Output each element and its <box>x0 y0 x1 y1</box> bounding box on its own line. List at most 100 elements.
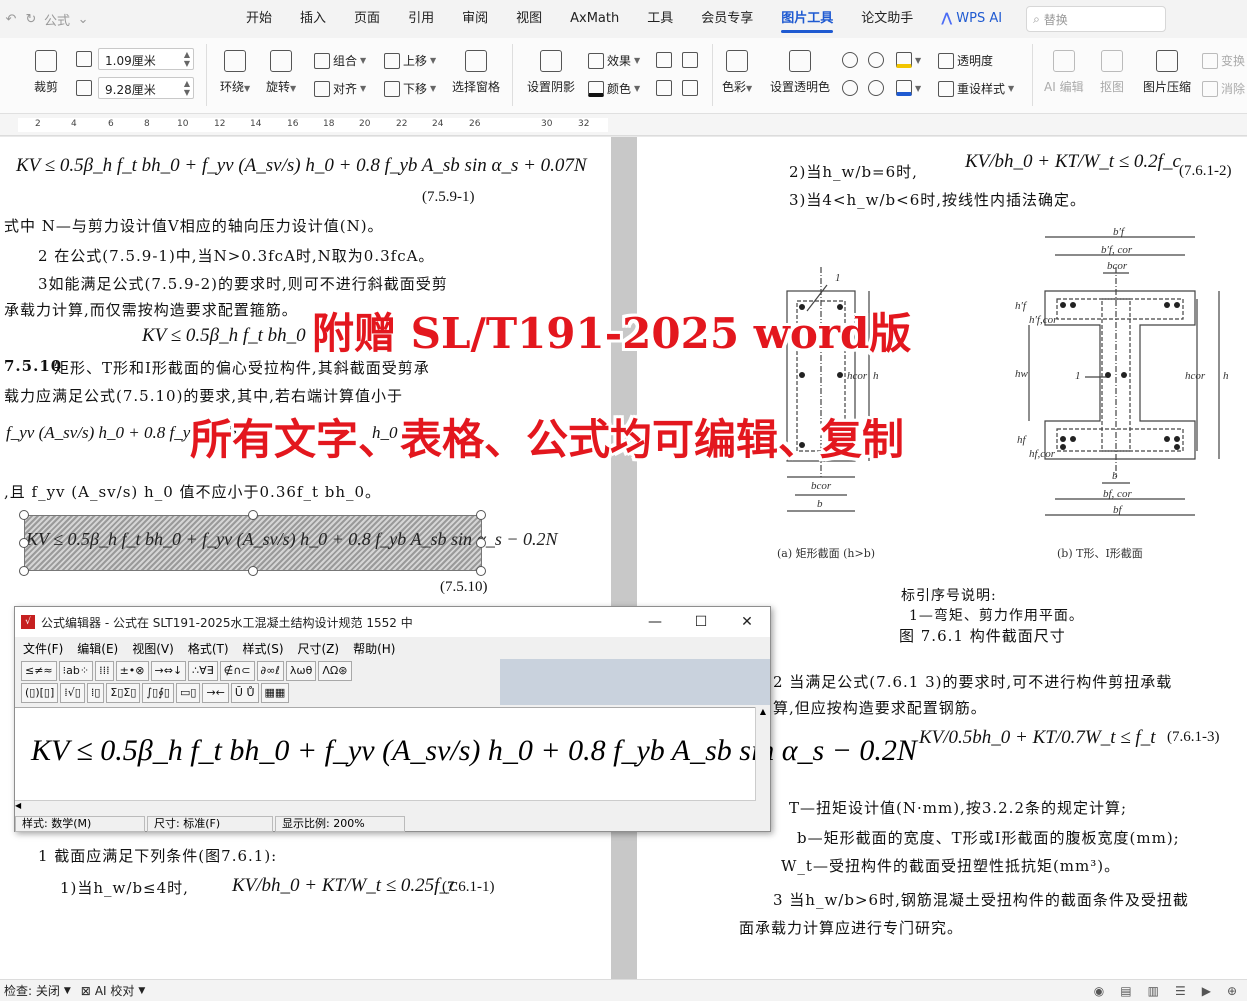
document-page-left[interactable]: KV ≤ 0.5β_h f_t bh_0 + f_yv (A_sv/s) h_0… <box>0 137 611 979</box>
palette-operators-button[interactable]: ±•⊗ <box>115 661 149 681</box>
palette-misc-button[interactable]: ∂∞ℓ <box>256 661 284 681</box>
fill-color-icon[interactable]: ▼ <box>896 52 921 68</box>
tab-picture-tools[interactable]: 图片工具 <box>767 5 847 33</box>
position-up-icon[interactable] <box>656 52 672 68</box>
position-down-icon[interactable] <box>682 52 698 68</box>
menu-view[interactable]: 视图(V) <box>132 640 174 657</box>
undo-icon[interactable]: ↶ <box>4 12 18 27</box>
equation-7-6-1-3[interactable]: KV/0.5bh_0 + KT/0.7W_t ≤ f_t <box>919 727 1156 749</box>
ai-check-status[interactable]: AI 校对 <box>95 982 135 999</box>
bring-forward-button[interactable]: 上移 ▼ <box>384 52 436 69</box>
horizontal-scrollbar[interactable]: ◀ <box>15 800 756 815</box>
tab-tools[interactable]: 工具 <box>633 5 687 33</box>
effect-button[interactable]: 效果 ▼ <box>588 52 640 69</box>
rotate-button[interactable]: 旋转▼ <box>266 50 296 95</box>
palette-logic-button[interactable]: ∴∀∃ <box>188 661 218 681</box>
compress-button[interactable]: 图片压缩 <box>1143 50 1191 95</box>
palette-matrices-button[interactable]: ▦▦ <box>260 683 290 703</box>
send-backward-button[interactable]: 下移 ▼ <box>384 80 436 97</box>
search-box[interactable]: ⌕ 替换 <box>1026 6 1167 32</box>
eye-icon[interactable]: ◉ <box>1094 984 1104 998</box>
align-button[interactable]: 对齐 ▼ <box>314 80 366 97</box>
set-transparent-button[interactable]: 设置透明色 <box>770 50 830 95</box>
maximize-icon[interactable]: ☐ <box>678 614 724 630</box>
brightness-icon[interactable] <box>842 52 858 68</box>
palette-scripts-button[interactable]: ⁞▯ <box>86 683 105 703</box>
editor-titlebar[interactable]: √ 公式编辑器 - 公式在 SLT191-2025水工混凝土结构设计规范 155… <box>15 607 770 637</box>
document-page-right[interactable]: 2)当h_w/b=6时, KV/bh_0 + KT/W_t ≤ 0.2f_c (… <box>637 137 1247 979</box>
palette-embellishments-button[interactable]: ⁞⁞⁞ <box>95 661 114 681</box>
tab-axmath[interactable]: AxMath <box>556 5 633 33</box>
palette-labeled-arrows-button[interactable]: →← <box>202 683 229 703</box>
tab-review[interactable]: 审阅 <box>448 5 502 33</box>
chevron-down-icon[interactable]: ▼ <box>64 986 71 996</box>
group-button[interactable]: 组合 ▼ <box>314 52 366 69</box>
tab-insert[interactable]: 插入 <box>286 5 340 33</box>
resize-handle[interactable] <box>476 510 486 520</box>
palette-greek-upper-button[interactable]: ΛΩ⊛ <box>318 661 352 681</box>
wrap-button[interactable]: 环绕▼ <box>220 50 250 95</box>
chevron-down-icon[interactable]: ⌄ <box>76 12 90 27</box>
outline-color-icon[interactable]: ▼ <box>896 80 921 96</box>
minimize-icon[interactable]: — <box>632 614 678 630</box>
page-view-icon[interactable]: ▤ <box>1120 984 1131 998</box>
ai-edit-button[interactable]: AI 编辑 <box>1044 50 1084 95</box>
outline-view-icon[interactable]: ☰ <box>1175 984 1186 998</box>
equation-7-6-1-1[interactable]: KV/bh_0 + KT/W_t ≤ 0.25f_c <box>232 875 457 897</box>
menu-format[interactable]: 格式(T) <box>188 640 229 657</box>
menu-style[interactable]: 样式(S) <box>243 640 284 657</box>
palette-integrals-button[interactable]: ∫▯∮▯ <box>142 683 174 703</box>
chevron-down-icon[interactable]: ▼ <box>138 986 145 996</box>
spell-check-status[interactable]: 检查: 关闭 <box>4 982 60 999</box>
resize-handle[interactable] <box>248 510 258 520</box>
soften-icon[interactable] <box>868 80 884 96</box>
equation-7-5-9-2[interactable]: KV ≤ 0.5β_h f_t bh_0 + 0 <box>142 325 337 347</box>
menu-help[interactable]: 帮助(H) <box>353 640 395 657</box>
palette-relations-button[interactable]: ≤≠≈ <box>21 661 57 681</box>
tab-paper-assistant[interactable]: 论文助手 <box>847 5 927 33</box>
globe-icon[interactable]: ⊕ <box>1227 984 1237 998</box>
flip-vertical-icon[interactable] <box>682 80 698 96</box>
spin-arrows-icon[interactable]: ▲ ▼ <box>184 50 190 68</box>
palette-arrows-button[interactable]: →⇔↓ <box>150 661 187 681</box>
quick-access-style[interactable]: 公式 <box>44 10 70 29</box>
tab-view[interactable]: 视图 <box>502 5 556 33</box>
tab-wps-ai[interactable]: ⋀ WPS AI <box>927 5 1016 33</box>
change-button[interactable]: 变换 <box>1202 52 1245 69</box>
crop-button[interactable]: 裁剪 <box>34 50 58 95</box>
palette-fences-button[interactable]: (▯)[▯] <box>21 683 59 703</box>
resize-handle[interactable] <box>19 538 29 548</box>
tab-page[interactable]: 页面 <box>340 5 394 33</box>
palette-sets-button[interactable]: ∉∩⊂ <box>219 661 255 681</box>
contrast-icon[interactable] <box>868 52 884 68</box>
menu-file[interactable]: 文件(F) <box>23 640 63 657</box>
reset-style-button[interactable]: 重设样式 ▼ <box>938 80 1014 97</box>
formula-editor-window[interactable]: √ 公式编辑器 - 公式在 SLT191-2025水工混凝土结构设计规范 155… <box>14 606 917 832</box>
menu-edit[interactable]: 编辑(E) <box>77 640 118 657</box>
play-icon[interactable]: ▶ <box>1202 984 1211 998</box>
resize-handle[interactable] <box>19 566 29 576</box>
transparency-button[interactable]: 透明度 <box>938 52 993 69</box>
erase-button[interactable]: 消除 <box>1202 80 1245 97</box>
tab-member[interactable]: 会员专享 <box>687 5 767 33</box>
formula-canvas[interactable]: KV ≤ 0.5β_h f_t bh_0 + f_yv (A_sv/s) h_0… <box>15 707 917 800</box>
web-view-icon[interactable]: ▥ <box>1148 984 1159 998</box>
sharpen-icon[interactable] <box>842 80 858 96</box>
formula-content[interactable]: KV ≤ 0.5β_h f_t bh_0 + f_yv (A_sv/s) h_0… <box>31 734 917 768</box>
color-mode-button[interactable]: 色彩▼ <box>722 50 752 95</box>
tab-home[interactable]: 开始 <box>232 5 286 33</box>
equation-7-6-1-2[interactable]: KV/bh_0 + KT/W_t ≤ 0.2f_c <box>965 151 1181 173</box>
palette-fractions-button[interactable]: ⁞√▯ <box>60 683 85 703</box>
palette-bars-button[interactable]: ▭▯ <box>176 683 201 703</box>
scroll-left-icon[interactable]: ◀ <box>15 801 21 810</box>
horizontal-ruler[interactable]: 2 4 6 8 10 12 14 16 18 20 22 24 26 30 32 <box>0 114 1247 136</box>
scroll-up-icon[interactable]: ▲ <box>760 707 766 716</box>
resize-handle[interactable] <box>248 566 258 576</box>
width-input[interactable]: 1.09厘米 ▲ ▼ <box>98 48 194 70</box>
palette-sums-button[interactable]: Σ▯Σ▯ <box>106 683 141 703</box>
palette-products-button[interactable]: Ū Ů <box>230 683 259 703</box>
resize-handle[interactable] <box>476 538 486 548</box>
menu-size[interactable]: 尺寸(Z) <box>298 640 340 657</box>
equation-7-5-9-1[interactable]: KV ≤ 0.5β_h f_t bh_0 + f_yv (A_sv/s) h_0… <box>16 155 587 177</box>
cutout-button[interactable]: 抠图 <box>1100 50 1124 95</box>
